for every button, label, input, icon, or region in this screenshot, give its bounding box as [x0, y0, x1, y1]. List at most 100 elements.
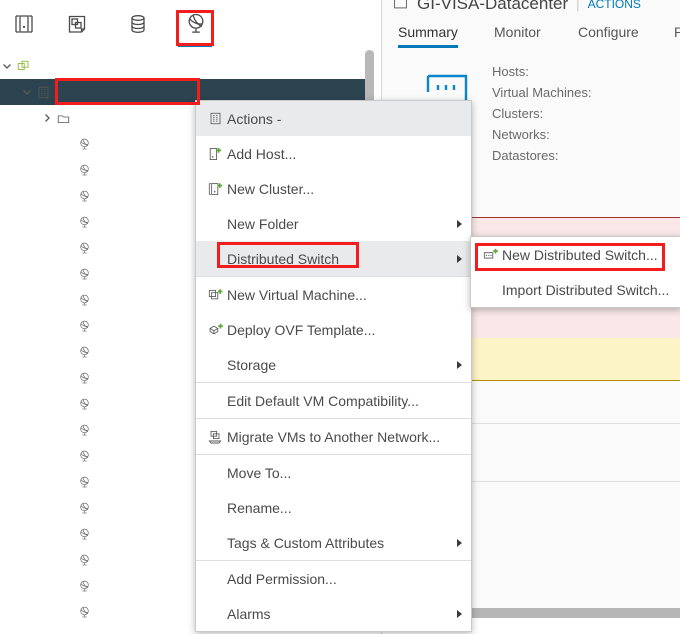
tree-indent — [0, 605, 61, 619]
tree-indent — [0, 527, 61, 541]
menu-item-alarms[interactable]: Alarms — [196, 596, 471, 631]
tree-indent — [0, 423, 61, 437]
menu-item-label: Add Host... — [227, 146, 296, 162]
tree-no-caret — [61, 501, 75, 515]
submenu-item-label: Import Distributed Switch... — [502, 282, 669, 298]
tree-no-caret — [61, 579, 75, 593]
tab-label: Monitor — [494, 24, 541, 40]
submenu-item-new-distributed-switch[interactable]: New Distributed Switch... — [471, 237, 680, 272]
tree-no-caret — [61, 267, 75, 281]
tab-label: Summary — [398, 24, 458, 40]
tab-monitor[interactable]: Monitor — [494, 16, 541, 48]
menu-item-label: Edit Default VM Compatibility... — [227, 393, 419, 409]
menu-item-migrate-vms-to-another-network[interactable]: Migrate VMs to Another Network... — [196, 419, 471, 454]
menu-item-rename[interactable]: Rename... — [196, 490, 471, 525]
menu-item-label: New Virtual Machine... — [227, 287, 367, 303]
tree-no-caret — [61, 449, 75, 463]
datacenter-title-icon — [392, 0, 409, 13]
menu-item-label: Tags & Custom Attributes — [227, 535, 384, 551]
tab-configure[interactable]: Configure — [578, 16, 639, 48]
tree-indent — [0, 371, 61, 385]
tree-indent — [0, 137, 61, 151]
menu-item-move-to[interactable]: Move To... — [196, 455, 471, 490]
chevron-down-icon[interactable] — [20, 85, 34, 99]
tab-p[interactable]: P — [674, 16, 680, 48]
page-title: GI-VISA-Datacenter | ACTIONS — [392, 0, 641, 14]
network-icon — [75, 213, 93, 231]
tree-indent — [0, 293, 61, 307]
menu-item-tags-custom-attributes[interactable]: Tags & Custom Attributes — [196, 525, 471, 560]
tree-indent — [0, 319, 61, 333]
tree-indent — [0, 475, 61, 489]
context-menu[interactable]: Actions - Add Host... New Cluster... New Fo… — [195, 100, 472, 632]
menu-item-label: Move To... — [227, 465, 291, 481]
new-vm-icon — [206, 286, 224, 304]
tab-label: Configure — [578, 24, 639, 40]
title-separator: | — [576, 0, 579, 12]
submenu-item-import-distributed-switch[interactable]: Import Distributed Switch... — [471, 272, 680, 307]
network-icon — [75, 161, 93, 179]
distributed-switch-submenu[interactable]: New Distributed Switch... Import Distribu… — [470, 236, 680, 308]
tree-no-caret — [61, 319, 75, 333]
storage-icon[interactable] — [122, 8, 154, 40]
network-icon — [75, 187, 93, 205]
add-host-icon — [206, 145, 224, 163]
network-icon — [75, 135, 93, 153]
new-distributed-switch-icon — [481, 246, 499, 264]
tree-no-caret — [61, 241, 75, 255]
network-icon — [75, 551, 93, 569]
tree-indent — [0, 215, 61, 229]
network-icon — [75, 473, 93, 491]
menu-item-distributed-switch[interactable]: Distributed Switch — [196, 241, 471, 276]
menu-item-label: Distributed Switch — [227, 251, 339, 267]
tree-item[interactable] — [0, 53, 366, 79]
network-icon — [75, 577, 93, 595]
tree-indent — [0, 163, 61, 177]
networking-icon[interactable] — [180, 8, 212, 40]
menu-item-deploy-ovf-template[interactable]: Deploy OVF Template... — [196, 312, 471, 347]
menu-item-add-permission[interactable]: Add Permission... — [196, 561, 471, 596]
network-icon — [75, 525, 93, 543]
menu-item-edit-default-vm-compatibility[interactable]: Edit Default VM Compatibility... — [196, 383, 471, 418]
new-cluster-icon — [206, 180, 224, 198]
menu-item-label: New Cluster... — [227, 181, 314, 197]
chevron-down-icon[interactable] — [0, 59, 14, 73]
tree-no-caret — [61, 397, 75, 411]
menu-item-label: Migrate VMs to Another Network... — [227, 429, 440, 445]
hosts-and-clusters-icon[interactable] — [8, 8, 40, 40]
menu-item-add-host[interactable]: Add Host... — [196, 136, 471, 171]
chevron-right-icon[interactable] — [40, 111, 54, 125]
tree-indent — [0, 189, 61, 203]
tab-summary[interactable]: Summary — [398, 16, 458, 48]
menu-item-label: Rename... — [227, 500, 292, 516]
tree-no-caret — [61, 163, 75, 177]
menu-item-label: Add Permission... — [227, 571, 337, 587]
vms-and-templates-icon[interactable] — [61, 8, 93, 40]
tree-no-caret — [61, 423, 75, 437]
menu-item-label: Actions - — [227, 111, 281, 127]
menu-item-label: New Folder — [227, 216, 299, 232]
submenu-arrow-icon — [457, 539, 462, 547]
network-icon — [75, 317, 93, 335]
tree-no-caret — [61, 215, 75, 229]
menu-item-label: Storage — [227, 357, 276, 373]
menu-item-actions[interactable]: Actions - — [196, 101, 471, 136]
migrate-vms-icon — [206, 428, 224, 446]
tree-no-caret — [61, 371, 75, 385]
summary-stat-label: Virtual Machines: — [492, 82, 591, 103]
tree-no-caret — [61, 189, 75, 203]
submenu-item-label: New Distributed Switch... — [502, 247, 658, 263]
menu-item-new-cluster[interactable]: New Cluster... — [196, 171, 471, 206]
tree-no-caret — [61, 527, 75, 541]
summary-stat-label: Clusters: — [492, 103, 591, 124]
page-title-text: GI-VISA-Datacenter — [417, 0, 568, 14]
actions-menu-button[interactable]: ACTIONS — [588, 0, 641, 11]
summary-stat-label: Networks: — [492, 124, 591, 145]
tree-no-caret — [61, 137, 75, 151]
menu-item-new-folder[interactable]: New Folder — [196, 206, 471, 241]
menu-item-new-virtual-machine[interactable]: New Virtual Machine... — [196, 277, 471, 312]
network-icon — [75, 395, 93, 413]
network-icon — [75, 239, 93, 257]
menu-item-storage[interactable]: Storage — [196, 347, 471, 382]
folder-icon — [54, 109, 72, 127]
